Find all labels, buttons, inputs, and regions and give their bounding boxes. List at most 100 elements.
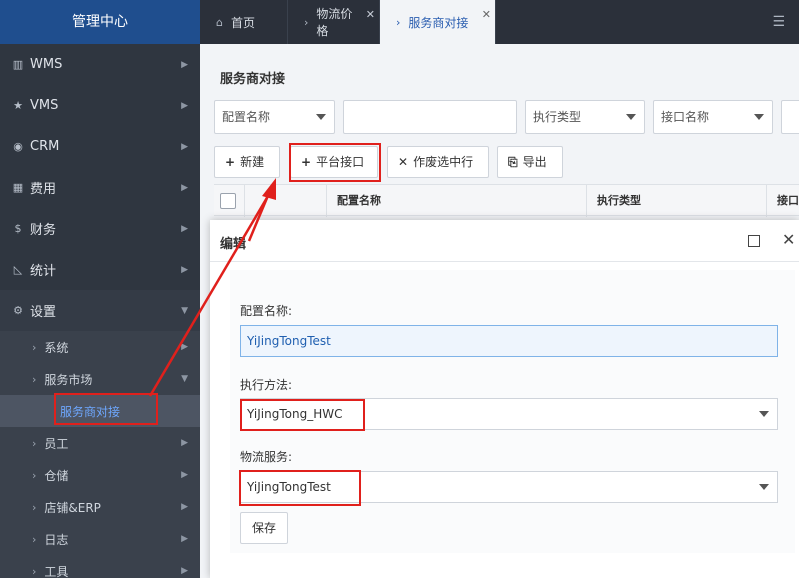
plus-icon: +: [301, 155, 312, 169]
tab-label: 物流价格: [316, 7, 353, 38]
caret-down-icon: [754, 114, 764, 120]
sidebar-item-label: 费用: [30, 182, 57, 197]
chevron-down-icon: ▼: [181, 305, 188, 316]
modal-title: 编辑: [220, 237, 247, 252]
sidebar-subitem-label: 工具: [44, 564, 69, 578]
sidebar-subitem-shop-erp[interactable]: › 店铺&ERP ▶: [0, 491, 200, 523]
chevron-right-icon: ▶: [181, 566, 188, 576]
tab-label: 首页: [230, 15, 255, 30]
filter-label: 接口名称: [661, 110, 710, 124]
sidebar-item-vms[interactable]: ★ VMS ▶: [0, 85, 200, 126]
chevron-right-icon: ›: [304, 15, 309, 29]
extra-filter[interactable]: [781, 100, 799, 134]
tab-home[interactable]: ⌂ 首页: [200, 0, 288, 44]
grid-icon: ▦: [12, 181, 24, 194]
select-all-checkbox[interactable]: [220, 193, 236, 209]
logistics-service-select[interactable]: YiJingTongTest: [240, 471, 778, 503]
page-title: 服务商对接: [220, 72, 286, 87]
close-icon[interactable]: ✕: [782, 230, 795, 249]
caret-down-icon: [759, 411, 769, 417]
chevron-right-icon: ▶: [181, 438, 188, 448]
sidebar-subitem-tools[interactable]: › 工具 ▶: [0, 555, 200, 578]
sidebar-subitem-staff[interactable]: › 员工 ▶: [0, 427, 200, 459]
dollar-icon: $: [14, 222, 22, 235]
chevron-right-icon: ›: [32, 564, 37, 578]
chevron-right-icon: ›: [32, 372, 37, 386]
sidebar-item-stats[interactable]: ◺ 统计 ▶: [0, 249, 200, 290]
field-value: YiJingTongTest: [247, 480, 331, 494]
chevron-right-icon: ›: [32, 436, 37, 450]
filter-label: 配置名称: [222, 110, 271, 124]
table-header-blank: [244, 185, 326, 217]
close-icon[interactable]: ✕: [366, 8, 375, 21]
config-name-field[interactable]: YiJingTongTest: [240, 325, 778, 357]
button-label: 新建: [240, 155, 265, 169]
chevron-right-icon: ▶: [181, 470, 188, 480]
close-icon: ✕: [398, 155, 409, 169]
gear-icon: ⚙: [13, 304, 23, 317]
edit-modal: 编辑 ✕ 配置名称: YiJingTongTest 执行方法: YiJingTo…: [210, 220, 799, 578]
table-header-config-name[interactable]: 配置名称: [326, 185, 586, 217]
filter-bar: 配置名称 执行类型 接口名称: [214, 100, 799, 134]
exec-type-select[interactable]: 执行类型: [525, 100, 645, 134]
close-icon[interactable]: ✕: [482, 8, 491, 21]
sidebar: 管理中心 ▥ WMS ▶ ★ VMS ▶ ◉ CRM ▶ ▦ 费用 ▶ $ 财务…: [0, 0, 200, 578]
field-value: YiJingTong_HWC: [247, 407, 343, 421]
sidebar-item-wms[interactable]: ▥ WMS ▶: [0, 44, 200, 85]
sidebar-item-finance[interactable]: $ 财务 ▶: [0, 208, 200, 249]
tab-logistics-price[interactable]: › 物流价格 ✕: [288, 0, 380, 44]
sidebar-subitem-provider[interactable]: 服务商对接: [0, 395, 200, 427]
tab-provider[interactable]: › 服务商对接 ✕: [380, 0, 496, 44]
chevron-right-icon: ▶: [181, 59, 188, 70]
exec-method-select[interactable]: YiJingTong_HWC: [240, 398, 778, 430]
chevron-right-icon: ▶: [181, 141, 188, 152]
config-name-select[interactable]: 配置名称: [214, 100, 335, 134]
sidebar-subitem-logs[interactable]: › 日志 ▶: [0, 523, 200, 555]
sidebar-subitem-system[interactable]: › 系统 ▶: [0, 331, 200, 363]
logistics-label: 物流服务:: [240, 450, 293, 464]
platform-api-button[interactable]: + 平台接口: [290, 146, 378, 178]
chevron-right-icon: ▶: [181, 502, 188, 512]
sidebar-subitem-label: 服务市场: [44, 372, 93, 387]
filter-label: 执行类型: [533, 110, 582, 124]
sidebar-subitem-label: 服务商对接: [60, 404, 121, 419]
bank-icon: ▥: [12, 58, 24, 71]
sidebar-item-label: 财务: [30, 223, 57, 238]
sidebar-subitem-warehouse[interactable]: › 仓储 ▶: [0, 459, 200, 491]
table-header-exec-type[interactable]: 执行类型: [586, 185, 766, 217]
save-button[interactable]: 保存: [240, 512, 289, 544]
export-button[interactable]: ⎘ 导出: [497, 146, 563, 178]
chevron-right-icon: ▶: [181, 182, 188, 193]
sidebar-item-fees[interactable]: ▦ 费用 ▶: [0, 167, 200, 208]
sidebar-subitem-label: 员工: [44, 436, 69, 451]
new-button[interactable]: + 新建: [214, 146, 280, 178]
home-icon: ⌂: [216, 15, 223, 29]
api-name-select[interactable]: 接口名称: [653, 100, 773, 134]
button-label: 导出: [522, 155, 547, 169]
chevron-right-icon: ▶: [181, 534, 188, 544]
sidebar-title: 管理中心: [0, 0, 200, 44]
menu-lines-icon[interactable]: ☰: [772, 14, 785, 30]
chevron-right-icon: ▶: [181, 264, 188, 275]
sidebar-item-settings[interactable]: ⚙ 设置 ▼: [0, 290, 200, 331]
tab-label: 服务商对接: [408, 15, 469, 30]
export-file-icon: ⎘: [508, 155, 518, 169]
chevron-right-icon: ›: [32, 340, 37, 354]
disable-selected-button[interactable]: ✕ 作废选中行: [387, 146, 489, 178]
sidebar-item-crm[interactable]: ◉ CRM ▶: [0, 126, 200, 167]
config-name-input[interactable]: [343, 100, 517, 134]
star-icon: ★: [13, 99, 23, 112]
modal-header: 编辑 ✕: [210, 220, 799, 262]
sidebar-subitem-label: 仓储: [44, 468, 69, 483]
button-label: 作废选中行: [413, 155, 474, 169]
chevron-right-icon: ›: [396, 15, 401, 29]
maximize-icon[interactable]: [748, 235, 760, 247]
table-header-api[interactable]: 接口: [766, 185, 799, 217]
config-name-label: 配置名称:: [240, 304, 293, 318]
chevron-right-icon: ▶: [181, 100, 188, 111]
sidebar-item-label: 统计: [30, 264, 57, 279]
sidebar-subitem-market[interactable]: › 服务市场 ▼: [0, 363, 200, 395]
user-circle-icon: ◉: [13, 140, 23, 153]
chevron-right-icon: ▶: [181, 223, 188, 234]
exec-method-label: 执行方法:: [240, 378, 293, 392]
